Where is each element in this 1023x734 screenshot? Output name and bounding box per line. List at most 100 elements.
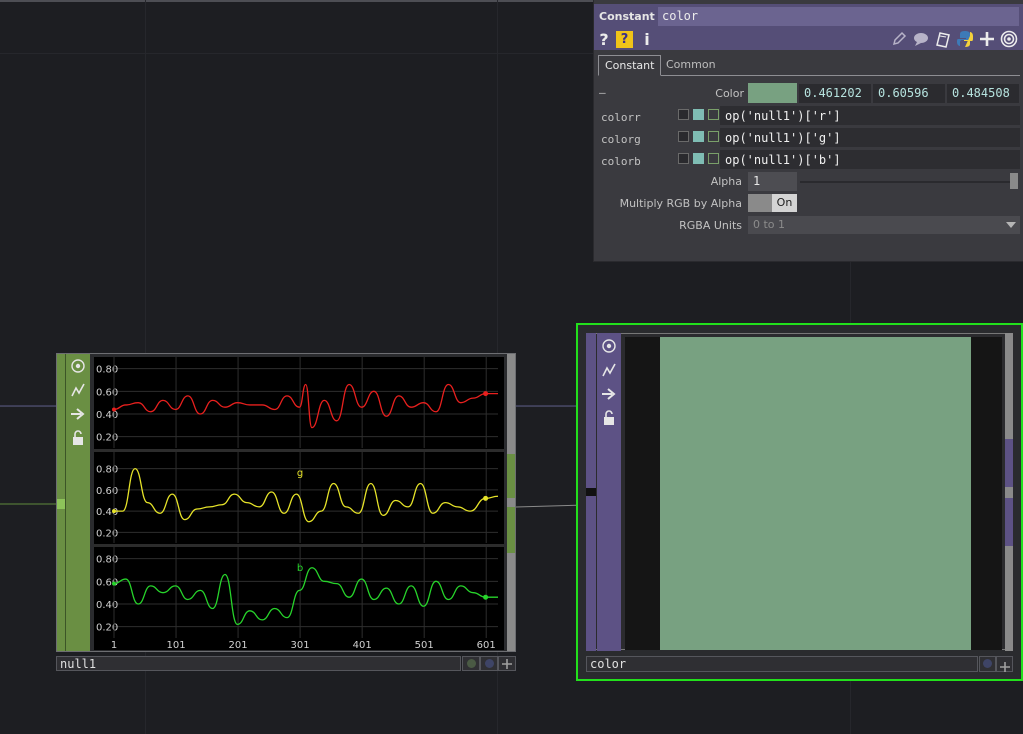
channel-graph: 0.800.600.400.200.800.600.400.20g0.800.6… xyxy=(94,357,504,650)
color-label: Color xyxy=(715,87,744,100)
viewer-icon[interactable] xyxy=(68,356,88,376)
output-strip xyxy=(1005,333,1013,651)
mode-constant-icon[interactable] xyxy=(678,153,689,164)
x-tick-label: 501 xyxy=(415,640,434,650)
multiply-rgb-label: Multiply RGB by Alpha xyxy=(619,197,742,210)
color-g-value[interactable]: 0.60596 xyxy=(873,84,945,103)
output-connector[interactable] xyxy=(507,507,515,553)
comment-icon[interactable] xyxy=(912,30,930,48)
output-connector[interactable] xyxy=(1005,439,1013,487)
current-value-marker xyxy=(483,495,489,501)
param-name-colorb: colorb xyxy=(601,155,641,168)
color-swatch[interactable] xyxy=(748,83,797,103)
alpha-value[interactable]: 1 xyxy=(748,172,797,191)
color-r-value[interactable]: 0.461202 xyxy=(799,84,871,103)
operator-type-label: Constant xyxy=(599,10,655,23)
mode-export-icon[interactable] xyxy=(708,153,719,164)
x-tick-label: 1 xyxy=(111,640,117,650)
node-flag-button[interactable] xyxy=(979,656,996,672)
help-icon[interactable]: ? xyxy=(595,30,613,49)
add-icon[interactable] xyxy=(996,656,1013,672)
arrow-right-icon[interactable] xyxy=(68,404,88,424)
input-connector[interactable] xyxy=(586,488,596,496)
output-strip xyxy=(507,354,515,651)
x-tick-label: 401 xyxy=(353,640,372,650)
y-tick-label: 0.20 xyxy=(96,528,118,539)
start-marker xyxy=(112,407,116,412)
start-marker xyxy=(112,509,116,514)
collapse-toggle[interactable]: — xyxy=(599,86,606,99)
add-icon[interactable] xyxy=(978,30,996,48)
python-icon[interactable] xyxy=(956,30,974,48)
y-tick-label: 0.60 xyxy=(96,387,118,398)
parameter-tabs: Constant Common xyxy=(598,55,1020,76)
y-tick-label: 0.80 xyxy=(96,365,118,376)
mode-export-icon[interactable] xyxy=(708,131,719,142)
y-tick-label: 0.80 xyxy=(96,465,118,476)
help-python-icon[interactable]: ? xyxy=(616,31,633,48)
x-tick-label: 601 xyxy=(477,640,496,650)
parameter-dialog: Constant color ? ? i Constant Common — C… xyxy=(593,0,1023,262)
y-tick-label: 0.20 xyxy=(96,623,118,634)
node-side-bar xyxy=(597,333,621,651)
x-tick-label: 301 xyxy=(291,640,310,650)
mode-expression-icon[interactable] xyxy=(693,153,704,164)
viewer-icon[interactable] xyxy=(1000,30,1018,48)
null-chop-node[interactable]: 0.80 0.60 0.40 0.20 0.80 0.60 0.40 0.20 g 0.80 0.6… xyxy=(56,353,516,652)
chevron-down-icon xyxy=(1006,222,1016,228)
output-connector[interactable] xyxy=(507,454,515,498)
panel-separator xyxy=(94,544,504,547)
colorr-expression[interactable]: op('null1')['r'] xyxy=(720,106,1020,126)
color-b-value[interactable]: 0.484508 xyxy=(947,84,1019,103)
parameter-header: Constant color ? ? i xyxy=(594,4,1023,50)
add-icon[interactable] xyxy=(498,656,516,671)
constant-node-name[interactable]: color xyxy=(586,656,978,672)
channel-label-b: b xyxy=(297,563,303,574)
viewer-icon[interactable] xyxy=(599,336,619,356)
lock-icon[interactable] xyxy=(599,408,619,428)
y-tick-label: 0.20 xyxy=(96,433,118,444)
y-tick-label: 0.80 xyxy=(96,555,118,566)
operator-name-field[interactable]: color xyxy=(658,7,1019,26)
param-name-colorg: colorg xyxy=(601,133,641,146)
output-connector[interactable] xyxy=(1005,498,1013,546)
rgba-units-dropdown[interactable]: 0 to 1 xyxy=(748,216,1020,234)
node-flag-button[interactable] xyxy=(480,656,498,671)
current-value-marker xyxy=(483,391,489,397)
texture-viewer[interactable] xyxy=(625,337,1002,650)
mode-expression-icon[interactable] xyxy=(693,131,704,142)
mode-constant-icon[interactable] xyxy=(678,109,689,120)
node-flag-button[interactable] xyxy=(462,656,480,671)
current-value-marker xyxy=(483,594,489,600)
color-output-preview xyxy=(660,337,971,650)
alpha-label: Alpha xyxy=(710,175,742,188)
param-name-colorr: colorr xyxy=(601,111,641,124)
rgba-units-value: 0 to 1 xyxy=(753,218,786,231)
mode-export-icon[interactable] xyxy=(708,109,719,120)
arrow-right-icon[interactable] xyxy=(599,384,619,404)
tab-common[interactable]: Common xyxy=(660,55,722,75)
constant-top-node[interactable]: color xyxy=(576,323,1023,681)
tab-constant[interactable]: Constant xyxy=(598,55,662,76)
alpha-slider-handle[interactable] xyxy=(1010,173,1018,189)
channel-label-g: g xyxy=(297,468,303,479)
multiply-rgb-toggle[interactable]: On xyxy=(748,194,797,212)
export-wire xyxy=(515,504,586,508)
toggle-on-label: On xyxy=(772,194,797,212)
bypass-icon[interactable] xyxy=(68,380,88,400)
bypass-icon[interactable] xyxy=(599,360,619,380)
mode-expression-icon[interactable] xyxy=(693,109,704,120)
colorg-expression[interactable]: op('null1')['g'] xyxy=(720,128,1020,148)
info-icon[interactable]: i xyxy=(638,30,656,49)
start-marker xyxy=(112,581,116,586)
panel-separator xyxy=(94,449,504,452)
null-node-name[interactable]: null1 xyxy=(56,656,461,671)
lock-icon[interactable] xyxy=(68,428,88,448)
clone-icon[interactable] xyxy=(934,30,952,48)
mode-constant-icon[interactable] xyxy=(678,131,689,142)
y-tick-label: 0.40 xyxy=(96,600,118,611)
alpha-slider-track[interactable] xyxy=(800,181,1010,183)
x-tick-label: 101 xyxy=(166,640,185,650)
colorb-expression[interactable]: op('null1')['b'] xyxy=(720,150,1020,170)
edit-icon[interactable] xyxy=(890,30,908,48)
